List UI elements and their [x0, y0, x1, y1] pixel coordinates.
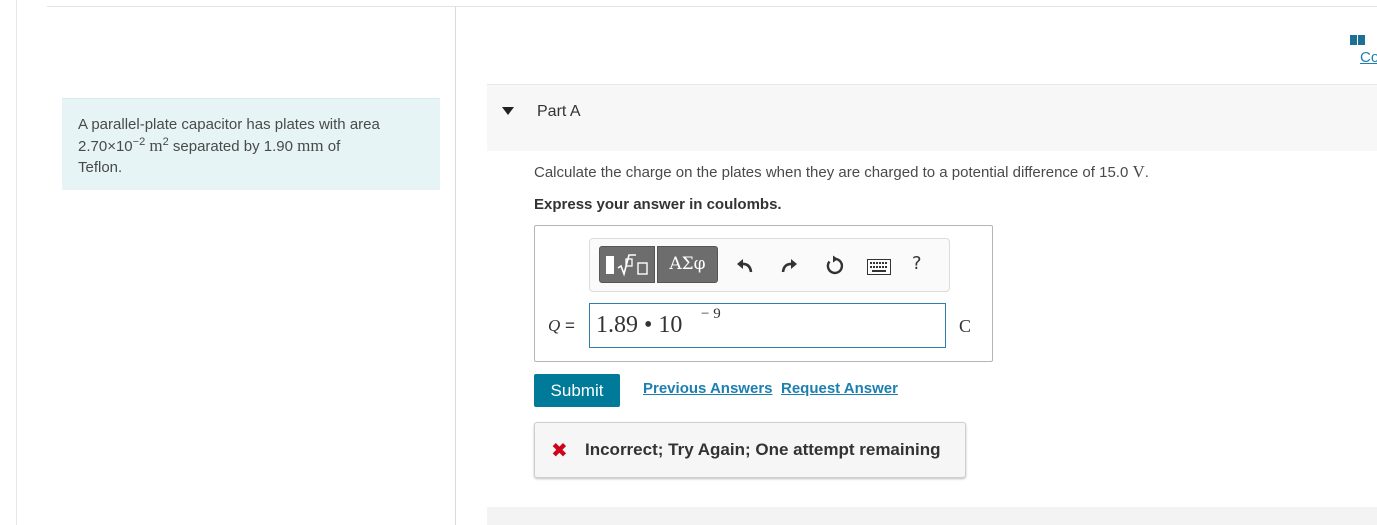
help-icon[interactable]: ?	[912, 253, 922, 274]
undo-icon[interactable]	[733, 253, 757, 277]
top-rule	[47, 6, 1377, 7]
answer-value: 1.89 • 10	[596, 312, 683, 338]
question-unit: V	[1132, 162, 1145, 181]
previous-answers-link[interactable]: Previous Answers	[643, 380, 773, 397]
feedback-message: Incorrect; Try Again; One attempt remain…	[585, 440, 941, 459]
templates-button[interactable]	[599, 246, 655, 283]
reset-icon[interactable]	[822, 254, 846, 278]
question-end: .	[1144, 164, 1149, 181]
part-title: Part A	[537, 103, 581, 120]
variable-symbol: Q	[548, 316, 561, 335]
coaching-link[interactable]: Co	[1360, 49, 1377, 66]
answer-instruction: Express your answer in coulombs.	[534, 196, 782, 213]
part-header[interactable]	[487, 85, 1377, 151]
column-divider	[455, 7, 456, 525]
problem-line-3: Teflon.	[78, 159, 123, 176]
templates-icon	[606, 254, 648, 277]
x-icon: ✖	[551, 438, 568, 462]
area-exponent: −2	[132, 136, 146, 148]
problem-line-1: A parallel-plate capacitor has plates wi…	[78, 116, 380, 133]
question-body: Calculate the charge on the plates when …	[534, 164, 1133, 181]
separation-text: separated by 1.90	[168, 138, 298, 155]
separation-unit: mm	[297, 136, 324, 155]
submit-button[interactable]: Submit	[534, 374, 620, 407]
request-answer-link[interactable]: Request Answer	[781, 380, 898, 397]
answer-exponent: − 9	[701, 306, 721, 322]
equals-sign: =	[560, 316, 575, 335]
variable-label: Q =	[548, 316, 575, 336]
redo-icon[interactable]	[777, 253, 801, 277]
left-edge-rule	[16, 0, 17, 525]
area-value: 2.70×10	[78, 138, 133, 155]
keyboard-icon[interactable]	[867, 259, 891, 275]
triangle-down-icon[interactable]	[502, 107, 514, 115]
problem-statement: A parallel-plate capacitor has plates wi…	[62, 98, 440, 190]
problem-tail: of	[323, 138, 341, 155]
book-icon[interactable]	[1350, 34, 1366, 46]
question-text: Calculate the charge on the plates when …	[534, 162, 1149, 182]
greek-symbols-button[interactable]: ΑΣφ	[657, 246, 718, 283]
area-unit: m	[149, 136, 163, 155]
problem-line-2: 2.70×10−2 m2 separated by 1.90 mm of	[78, 135, 424, 157]
answer-unit: C	[959, 316, 972, 336]
next-part-header	[487, 507, 1377, 525]
